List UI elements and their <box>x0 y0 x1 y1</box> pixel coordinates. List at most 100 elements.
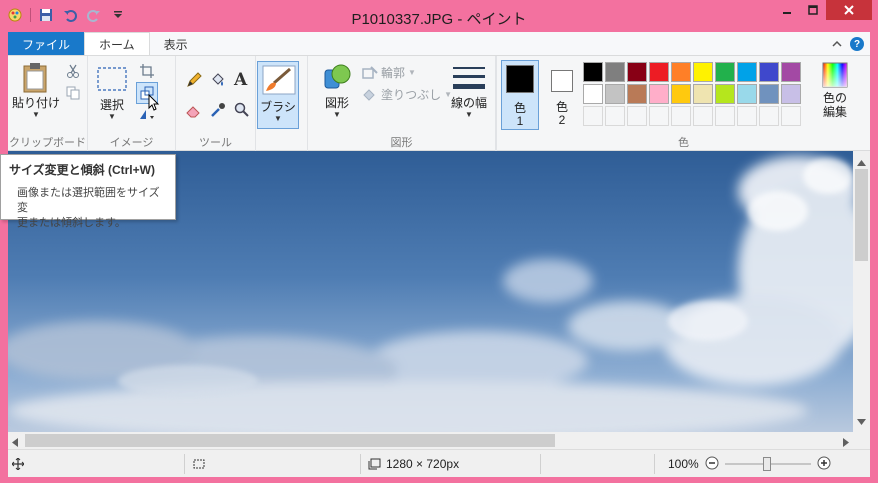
color-swatch[interactable] <box>693 62 713 82</box>
color-swatch[interactable] <box>627 62 647 82</box>
shapes-button[interactable]: 図形 ▼ <box>322 62 352 119</box>
status-bar: 1280 × 720px 100% <box>8 449 870 477</box>
magnifier-icon[interactable] <box>234 102 250 121</box>
colors-group-label: 色 <box>678 137 689 149</box>
custom-color-slot[interactable] <box>715 106 735 126</box>
scroll-right-icon[interactable] <box>843 436 849 450</box>
brush-dropdown-icon: ▼ <box>274 114 282 123</box>
image-group: 選択 ▼ イメージ <box>88 56 176 152</box>
color-swatch[interactable] <box>605 62 625 82</box>
custom-color-slot[interactable] <box>605 106 625 126</box>
image-size-icon <box>368 458 381 470</box>
edit-colors-icon <box>822 62 848 88</box>
color-swatch[interactable] <box>671 62 691 82</box>
color-swatch[interactable] <box>649 84 669 104</box>
collapse-ribbon-icon[interactable] <box>832 37 842 51</box>
selection-size <box>192 450 206 478</box>
color-swatch[interactable] <box>781 62 801 82</box>
cut-icon[interactable] <box>66 64 80 81</box>
pencil-icon[interactable] <box>186 72 202 91</box>
title-bar: P1010337.JPG - ペイント <box>0 0 878 32</box>
window-title: P1010337.JPG - ペイント <box>351 11 527 28</box>
custom-color-slot[interactable] <box>649 106 669 126</box>
shapes-label: 図形 <box>324 96 349 110</box>
color-swatch[interactable] <box>671 84 691 104</box>
custom-color-slot[interactable] <box>693 106 713 126</box>
copy-icon[interactable] <box>66 86 80 103</box>
vertical-scrollbar[interactable] <box>853 151 870 432</box>
color-swatch[interactable] <box>737 62 757 82</box>
color-swatch[interactable] <box>583 84 603 104</box>
custom-color-slot[interactable] <box>583 106 603 126</box>
line-width-icon <box>453 67 485 89</box>
scroll-down-icon[interactable] <box>857 414 866 428</box>
tab-file[interactable]: ファイル <box>8 32 85 56</box>
color2-button[interactable]: 色 2 <box>545 60 579 130</box>
horizontal-scroll-thumb[interactable] <box>25 434 555 447</box>
horizontal-scrollbar[interactable] <box>8 432 853 449</box>
fill-button[interactable]: 塗りつぶし ▼ <box>362 86 452 103</box>
scroll-left-icon[interactable] <box>12 436 18 450</box>
status-divider <box>184 454 185 474</box>
zoom-in-button[interactable] <box>817 456 831 473</box>
ribbon-tabs: ファイル ホーム 表示 ? <box>8 32 870 56</box>
close-button[interactable] <box>826 0 872 20</box>
shapes-dropdown-icon: ▼ <box>333 110 341 119</box>
color-swatch[interactable] <box>627 84 647 104</box>
line-width-button[interactable]: 線の幅 ▼ <box>444 64 494 119</box>
edit-colors-button[interactable]: 色の 編集 <box>815 62 855 119</box>
fill-bucket-icon[interactable] <box>210 72 226 91</box>
image-dimensions: 1280 × 720px <box>386 457 460 471</box>
color-palette <box>583 62 801 126</box>
brush-icon <box>262 65 296 98</box>
eraser-icon[interactable] <box>186 102 202 121</box>
color-swatch[interactable] <box>715 62 735 82</box>
scroll-up-icon[interactable] <box>857 155 866 169</box>
color-swatch[interactable] <box>781 84 801 104</box>
paste-button[interactable]: 貼り付け ▼ <box>12 62 60 119</box>
custom-color-slot[interactable] <box>671 106 691 126</box>
color-swatch[interactable] <box>693 84 713 104</box>
edit-colors-label-line1: 色の <box>822 91 847 105</box>
color-swatch[interactable] <box>759 84 779 104</box>
color-swatch[interactable] <box>715 84 735 104</box>
crop-icon[interactable] <box>140 64 154 81</box>
custom-color-slot[interactable] <box>627 106 647 126</box>
color-swatch[interactable] <box>583 62 603 82</box>
color-swatch[interactable] <box>605 84 625 104</box>
paste-dropdown-icon: ▼ <box>32 110 40 119</box>
zoom-slider[interactable] <box>724 457 811 471</box>
tab-home[interactable]: ホーム <box>84 32 150 56</box>
brush-button[interactable]: ブラシ ▼ <box>257 61 299 129</box>
select-button[interactable]: 選択 ▼ <box>96 66 128 121</box>
minimize-button[interactable] <box>774 0 800 20</box>
edit-colors-label-line2: 編集 <box>822 105 847 119</box>
window-controls <box>774 0 872 20</box>
custom-color-slot[interactable] <box>781 106 801 126</box>
help-icon[interactable]: ? <box>850 37 864 51</box>
image-size: 1280 × 720px <box>368 450 459 478</box>
text-tool-icon[interactable]: A <box>234 70 247 90</box>
scrollbar-corner <box>853 432 870 449</box>
color1-swatch <box>506 65 534 93</box>
outline-button[interactable]: 輪郭 ▼ <box>362 64 416 81</box>
color1-button[interactable]: 色 1 <box>501 60 539 130</box>
zoom-slider-thumb[interactable] <box>762 457 771 471</box>
paint-window: P1010337.JPG - ペイント ファイル ホーム 表示 ? 貼り付け ▼… <box>0 0 878 483</box>
colors-group: 色 1 色 2 色の 編集 色 <box>496 56 870 152</box>
color-swatch[interactable] <box>759 62 779 82</box>
color-swatch[interactable] <box>737 84 757 104</box>
vertical-scroll-thumb[interactable] <box>855 169 868 261</box>
tab-view[interactable]: 表示 <box>150 32 202 56</box>
cursor-position-icon <box>12 458 24 470</box>
color-picker-icon[interactable] <box>210 102 226 121</box>
custom-color-slot[interactable] <box>737 106 757 126</box>
maximize-button[interactable] <box>800 0 826 20</box>
rotate-icon[interactable] <box>138 108 158 123</box>
fill-icon <box>363 88 375 101</box>
custom-color-slot[interactable] <box>759 106 779 126</box>
zoom-out-button[interactable] <box>705 456 719 473</box>
color1-number: 1 <box>516 114 524 128</box>
color-swatch[interactable] <box>649 62 669 82</box>
status-divider <box>360 454 361 474</box>
